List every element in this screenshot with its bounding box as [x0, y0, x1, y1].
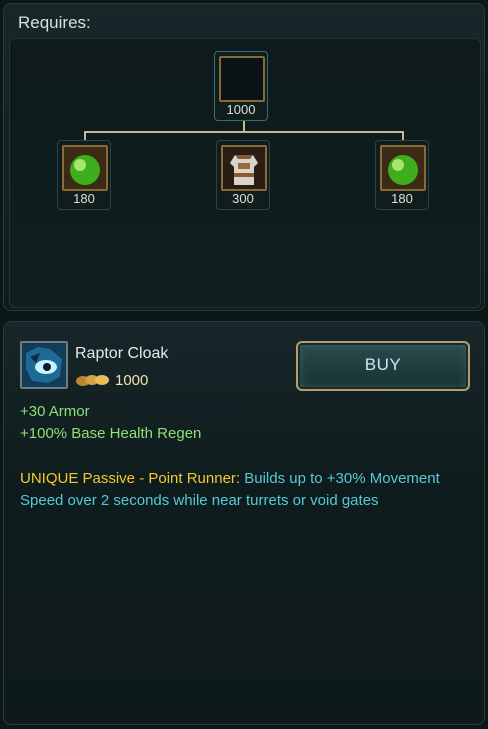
requires-panel: Requires: 1000 180 300 180 — [3, 3, 485, 311]
raptor-cloak-icon — [20, 341, 68, 389]
item-price: 180 — [73, 191, 95, 206]
buy-button-label: BUY — [364, 355, 402, 374]
recipe-component-item[interactable]: 300 — [216, 140, 270, 210]
recipe-component-item[interactable]: 180 — [57, 140, 111, 210]
item-details-panel: Raptor Cloak 1000 BUY +30 Armor +100% Ba… — [3, 321, 485, 725]
recipe-tree: 1000 180 300 180 — [9, 38, 481, 308]
item-shop-panel: Requires: 1000 180 300 180 Raptor Cloak … — [0, 0, 488, 729]
gold-coins-icon — [75, 373, 111, 387]
stat-health-regen: +100% Base Health Regen — [20, 425, 202, 442]
buy-button[interactable]: BUY — [296, 341, 470, 391]
item-name: Raptor Cloak — [75, 345, 169, 362]
passive-title: UNIQUE Passive - Point Runner: — [20, 470, 241, 487]
tree-connector-horizontal — [84, 131, 404, 133]
passive-description: UNIQUE Passive - Point Runner: Builds up… — [20, 468, 460, 512]
item-price: 300 — [232, 191, 254, 206]
item-price: 1000 — [226, 102, 256, 117]
cloth-armor-icon — [221, 145, 267, 191]
empty-item-slot-icon — [219, 56, 265, 102]
green-orb-icon — [62, 145, 108, 191]
requires-title: Requires: — [18, 13, 91, 32]
stat-armor: +30 Armor — [20, 403, 90, 420]
cost-value: 1000 — [115, 372, 149, 389]
green-orb-icon — [380, 145, 426, 191]
item-price: 180 — [391, 191, 413, 206]
recipe-component-item[interactable]: 180 — [375, 140, 429, 210]
recipe-parent-item[interactable]: 1000 — [214, 51, 268, 121]
